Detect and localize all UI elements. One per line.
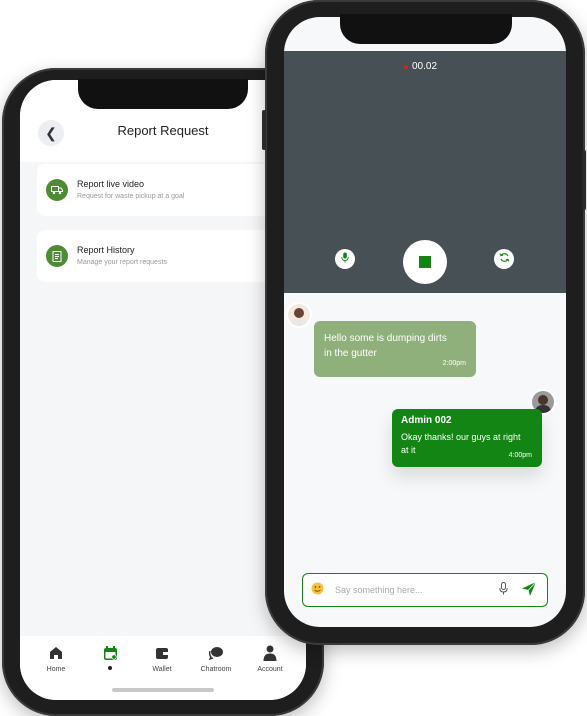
message-text: Okay thanks! our guys at right at it bbox=[401, 432, 521, 455]
mic-icon[interactable] bbox=[499, 582, 508, 600]
report-history-card[interactable]: Report History Manage your report reques… bbox=[37, 230, 299, 282]
nav-wallet[interactable]: Wallet bbox=[139, 644, 185, 673]
wallet-icon bbox=[139, 644, 185, 662]
account-icon bbox=[247, 644, 293, 662]
message-input-bar bbox=[302, 573, 548, 607]
video-chat-screen: 00.02 Hello some is dumping dirts in the… bbox=[284, 17, 566, 627]
recording-indicator bbox=[404, 65, 408, 69]
card-title: Report History bbox=[77, 245, 135, 255]
nav-account[interactable]: Account bbox=[247, 644, 293, 673]
mic-icon bbox=[341, 250, 349, 268]
nav-label: Chatroom bbox=[200, 666, 232, 673]
truck-icon bbox=[46, 179, 68, 201]
phone-side-button bbox=[262, 110, 266, 150]
report-live-video-card[interactable]: Report live video Request for waste pick… bbox=[37, 164, 299, 216]
incoming-message: Hello some is dumping dirts in the gutte… bbox=[314, 321, 476, 377]
nav-label: Wallet bbox=[152, 666, 172, 673]
nav-home[interactable]: Home bbox=[33, 644, 79, 673]
home-indicator bbox=[112, 688, 214, 692]
message-time: 2:00pm bbox=[442, 360, 466, 367]
nav-label: Account bbox=[257, 666, 283, 673]
emoji-icon[interactable] bbox=[311, 582, 324, 600]
home-icon bbox=[33, 644, 79, 662]
refresh-icon bbox=[499, 250, 510, 268]
stop-icon bbox=[419, 256, 431, 268]
right-phone-notch bbox=[340, 14, 512, 44]
live-video-area: 00.02 bbox=[284, 51, 566, 293]
bottom-nav: Home Wallet Chatroom Account bbox=[20, 636, 306, 700]
outgoing-message: Admin 002 Okay thanks! our guys at right… bbox=[392, 409, 542, 467]
mic-button[interactable] bbox=[335, 249, 355, 269]
nav-chatroom[interactable]: Chatroom bbox=[193, 644, 239, 673]
sender-name: Admin 002 bbox=[401, 415, 452, 426]
nav-label: Home bbox=[46, 666, 66, 673]
active-indicator-dot bbox=[108, 666, 112, 670]
card-title: Report live video bbox=[77, 179, 145, 189]
card-subtitle: Manage your report requests bbox=[77, 259, 167, 266]
phone-side-button bbox=[582, 150, 586, 210]
recording-timer: 00.02 bbox=[412, 61, 438, 72]
chat-icon bbox=[193, 644, 239, 662]
report-request-screen: ❮ Report Request Report live video Reque… bbox=[20, 80, 306, 700]
message-text: Hello some is dumping dirts in the gutte… bbox=[324, 333, 447, 359]
card-subtitle: Request for waste pickup at a goal bbox=[77, 193, 185, 200]
nav-calendar[interactable] bbox=[87, 644, 133, 670]
avatar bbox=[286, 302, 312, 328]
stop-recording-button[interactable] bbox=[403, 240, 447, 284]
message-input[interactable] bbox=[333, 580, 487, 600]
left-phone-notch bbox=[78, 79, 248, 109]
message-time: 4:00pm bbox=[508, 452, 532, 459]
document-icon bbox=[46, 245, 68, 267]
calendar-icon bbox=[87, 644, 133, 662]
switch-camera-button[interactable] bbox=[494, 249, 514, 269]
send-icon[interactable] bbox=[521, 581, 537, 602]
